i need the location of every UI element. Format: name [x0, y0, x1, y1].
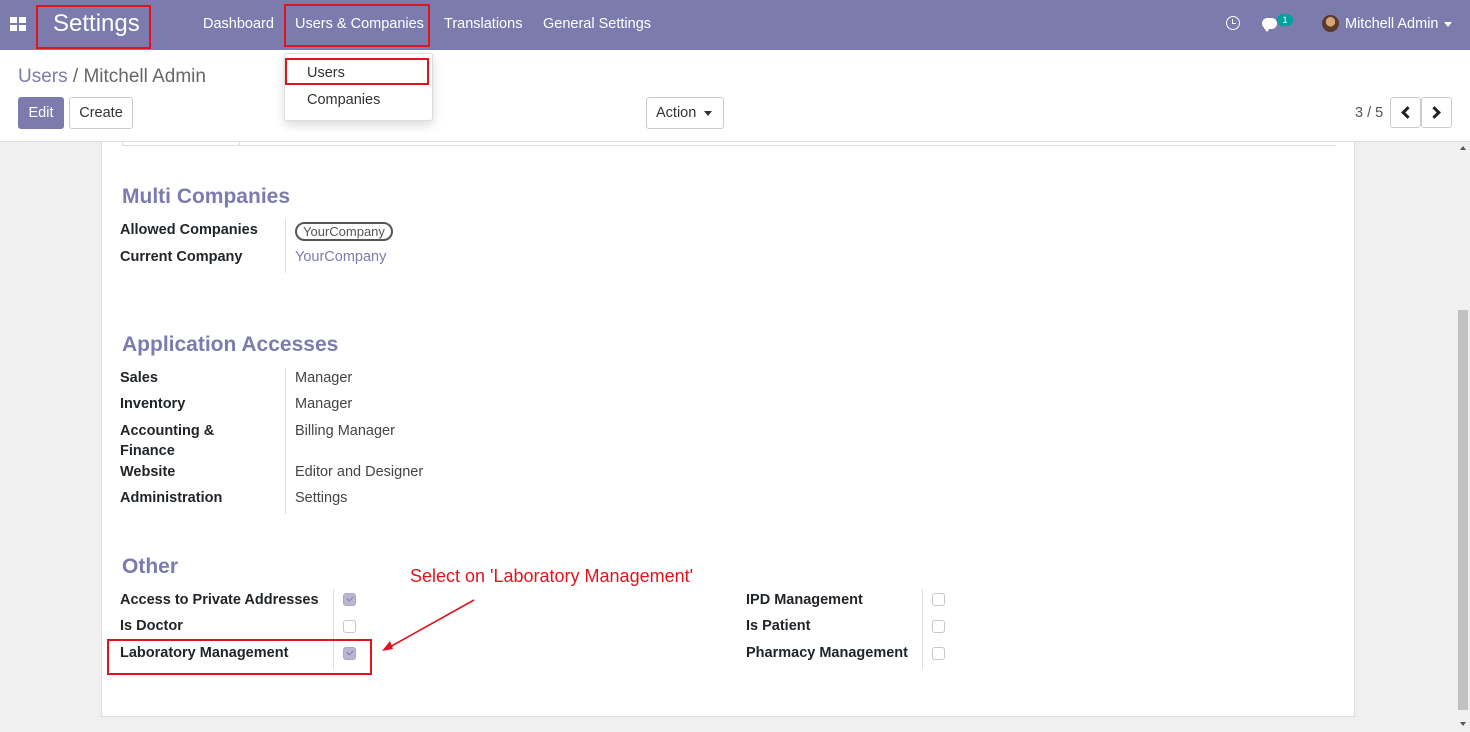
menu-dashboard[interactable]: Dashboard — [203, 16, 274, 32]
allowed-company-tag[interactable]: YourCompany — [295, 222, 393, 241]
breadcrumb-users-link[interactable]: Users — [18, 66, 68, 87]
top-navbar: Settings Dashboard Users & Companies Tra… — [0, 0, 1470, 50]
avatar[interactable] — [1322, 15, 1339, 32]
checkbox-is-patient[interactable] — [932, 620, 945, 633]
other-label-laboratory-management: Laboratory Management — [120, 645, 289, 661]
annotation-text: Select on 'Laboratory Management' — [410, 566, 694, 586]
users-companies-dropdown: Users Companies — [284, 53, 433, 121]
breadcrumb: Users / Mitchell Admin — [18, 66, 206, 88]
activity-clock-icon[interactable] — [1226, 16, 1240, 30]
action-dropdown-button[interactable]: Action — [646, 97, 724, 129]
field-separator — [285, 219, 286, 273]
pager-value[interactable]: 3 / 5 — [1355, 105, 1383, 121]
scroll-up-arrow-icon[interactable] — [1460, 146, 1466, 150]
access-label-administration: Administration — [120, 490, 223, 506]
form-sheet: Multi Companies Allowed Companies YourCo… — [101, 142, 1355, 717]
checkbox-laboratory-management[interactable] — [343, 647, 356, 660]
checkbox-is-doctor[interactable] — [343, 620, 356, 633]
form-scroll-area[interactable]: Multi Companies Allowed Companies YourCo… — [0, 142, 1470, 732]
user-menu-name[interactable]: Mitchell Admin — [1345, 16, 1438, 32]
notebook-tab-edge — [122, 142, 123, 146]
other-label-is-doctor: Is Doctor — [120, 618, 183, 634]
pager-previous-button[interactable] — [1390, 97, 1421, 128]
breadcrumb-current: Mitchell Admin — [83, 66, 206, 87]
scrollbar-thumb[interactable] — [1458, 310, 1468, 710]
other-label-pharmacy-management: Pharmacy Management — [746, 645, 908, 661]
access-value-sales: Manager — [295, 370, 353, 386]
checkbox-pharmacy-management[interactable] — [932, 647, 945, 660]
access-value-accounting: Billing Manager — [295, 423, 395, 439]
menu-users-companies[interactable]: Users & Companies — [295, 16, 424, 32]
current-company-link[interactable]: YourCompany — [295, 249, 386, 265]
caret-down-icon — [704, 111, 712, 116]
section-title-application-accesses: Application Accesses — [122, 333, 339, 356]
access-value-administration: Settings — [295, 490, 348, 506]
current-company-label: Current Company — [120, 249, 243, 265]
menu-translations[interactable]: Translations — [444, 16, 522, 32]
field-separator — [922, 589, 923, 669]
chevron-right-icon — [1428, 106, 1441, 119]
access-label-inventory: Inventory — [120, 396, 186, 412]
dropdown-item-users[interactable]: Users — [307, 65, 345, 81]
action-label: Action — [656, 105, 697, 121]
other-label-ipd-management: IPD Management — [746, 592, 863, 608]
section-title-other: Other — [122, 555, 179, 578]
access-label-sales: Sales — [120, 370, 158, 386]
notebook-tab-edge — [239, 142, 240, 146]
other-label-private-addresses: Access to Private Addresses — [120, 592, 319, 608]
field-separator — [285, 368, 286, 514]
pager-next-button[interactable] — [1421, 97, 1452, 128]
checkbox-ipd-management[interactable] — [932, 593, 945, 606]
dropdown-item-companies[interactable]: Companies — [307, 92, 380, 108]
access-value-inventory: Manager — [295, 396, 353, 412]
chat-count-badge: 1 — [1277, 14, 1293, 26]
checkbox-private-addresses[interactable] — [343, 593, 356, 606]
chevron-left-icon — [1401, 106, 1414, 119]
edit-button[interactable]: Edit — [18, 97, 64, 129]
breadcrumb-separator: / — [67, 66, 84, 87]
menu-general-settings[interactable]: General Settings — [543, 16, 651, 32]
access-label-website: Website — [120, 464, 176, 480]
chat-icon[interactable] — [1262, 18, 1277, 32]
app-brand[interactable]: Settings — [53, 10, 140, 38]
access-label-accounting: Accounting & Finance — [120, 423, 215, 459]
scroll-down-arrow-icon[interactable] — [1460, 722, 1466, 726]
section-title-multi-companies: Multi Companies — [122, 185, 291, 208]
user-menu-caret-icon[interactable] — [1444, 22, 1452, 27]
apps-menu-icon[interactable] — [10, 17, 26, 31]
field-separator — [333, 589, 334, 669]
allowed-companies-label: Allowed Companies — [120, 222, 258, 238]
control-panel: Users / Mitchell Admin Edit Create Actio… — [0, 50, 1470, 142]
notebook-tab-border — [122, 145, 1336, 146]
other-label-is-patient: Is Patient — [746, 618, 811, 634]
access-value-website: Editor and Designer — [295, 464, 424, 480]
create-button[interactable]: Create — [69, 97, 133, 129]
